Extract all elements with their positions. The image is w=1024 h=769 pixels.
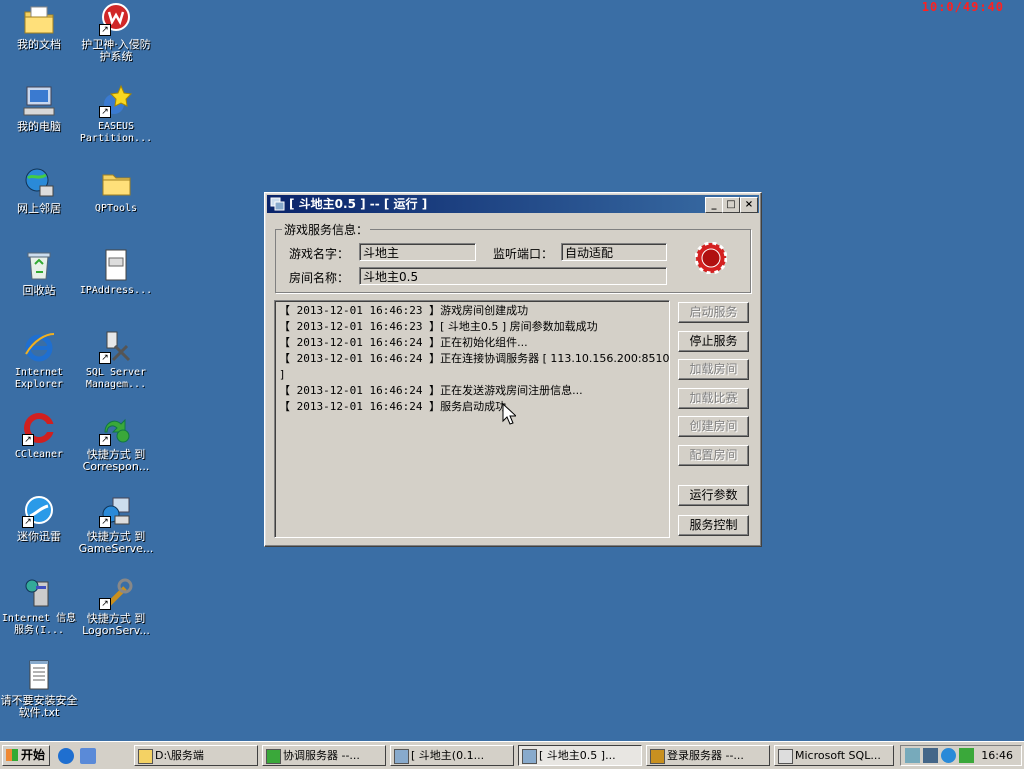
- task-doudizhu-01[interactable]: [ 斗地主(0.1...: [390, 745, 514, 766]
- desktop-icon-mini-thunder[interactable]: ↗ 迷你迅雷: [0, 494, 78, 543]
- app-icon: [522, 749, 537, 764]
- shortcut-server-icon: ↗: [99, 494, 133, 528]
- desktop-icon-huweishen[interactable]: ↗ 护卫神·入侵防护系统: [77, 2, 155, 63]
- shortcut-tools-icon: ↗: [99, 576, 133, 610]
- desktop-icon-ccleaner[interactable]: ↗ CCleaner: [0, 412, 78, 461]
- windows-flag-icon: [6, 749, 18, 761]
- shortcut-arrow-icon: ↗: [99, 598, 111, 610]
- desktop-icon-my-documents[interactable]: 我的文档: [0, 2, 78, 51]
- log-line: 【 2013-12-01 16:46:24 】正在初始化组件...: [279, 336, 528, 349]
- close-button[interactable]: ×: [740, 197, 758, 213]
- desktop-icon-recycle-bin[interactable]: 回收站: [0, 248, 78, 297]
- folder-documents-icon: [22, 2, 56, 36]
- create-room-button[interactable]: 创建房间: [678, 416, 749, 437]
- log-line: ]: [279, 368, 286, 381]
- game-name-field[interactable]: 斗地主: [359, 243, 476, 261]
- listen-port-label: 监听端口：: [493, 247, 554, 261]
- sql-tools-icon: [778, 749, 793, 764]
- desktop-icon-shortcut-gameserver[interactable]: ↗ 快捷方式 到 GameServe...: [77, 494, 155, 555]
- folder-icon: [138, 749, 153, 764]
- iis-icon: [22, 576, 56, 610]
- group-title: 游戏服务信息：: [282, 221, 371, 238]
- window-title: [ 斗地主0.5 ] -- [ 运行 ]: [289, 197, 428, 211]
- listen-port-field[interactable]: 自动适配: [561, 243, 667, 261]
- desktop-icon-my-computer[interactable]: 我的电脑: [0, 84, 78, 133]
- app-icon: [270, 196, 285, 211]
- config-room-button[interactable]: 配置房间: [678, 445, 749, 466]
- shortcut-arrow-icon: ↗: [99, 106, 111, 118]
- run-params-button[interactable]: 运行参数: [678, 485, 749, 506]
- window-titlebar[interactable]: [ 斗地主0.5 ] -- [ 运行 ] _ □ ×: [267, 195, 759, 213]
- network-icon: [22, 166, 56, 200]
- desktop-icon-sql-server[interactable]: ↗ SQL Server Managem...: [77, 330, 155, 391]
- task-coordination-server[interactable]: 协调服务器 --...: [262, 745, 386, 766]
- load-match-button[interactable]: 加载比赛: [678, 388, 749, 409]
- screen-clock: 10:0/49:40: [921, 0, 1004, 14]
- desktop-icon-internet-explorer[interactable]: Internet Explorer: [0, 330, 78, 391]
- desktop-icon-readme-txt[interactable]: 请不要安装安全软件.txt: [0, 658, 78, 719]
- start-service-button[interactable]: 启动服务: [678, 302, 749, 323]
- shortcut-arrow-icon: ↗: [99, 516, 111, 528]
- desktop-icon-iis[interactable]: Internet 信息服务(I...: [0, 576, 78, 637]
- shortcut-arrow-icon: ↗: [99, 24, 111, 36]
- notepad-icon: [22, 658, 56, 692]
- desktop-icon-network[interactable]: 网上邻居: [0, 166, 78, 215]
- thunder-icon: ↗: [22, 494, 56, 528]
- game-name-label: 游戏名字：: [289, 247, 350, 261]
- log-panel[interactable]: 【 2013-12-01 16:46:23 】游戏房间创建成功 【 2013-1…: [274, 300, 670, 538]
- desktop-icon-ipaddress[interactable]: IPAddress...: [77, 248, 155, 297]
- shortcut-arrow-icon: ↗: [99, 352, 111, 364]
- shortcut-arrow-icon: ↗: [22, 434, 34, 446]
- shortcut-arrow-icon: ↗: [99, 434, 111, 446]
- recycle-bin-icon: [22, 248, 56, 282]
- task-sql-server[interactable]: Microsoft SQL...: [774, 745, 894, 766]
- desktop-icon-shortcut-correspond[interactable]: ↗ 快捷方式 到 Correspon...: [77, 412, 155, 473]
- shortcut-green-icon: ↗: [99, 412, 133, 446]
- computer-icon: [22, 84, 56, 118]
- quicklaunch-ie-icon[interactable]: [58, 748, 74, 764]
- tray-shield-icon[interactable]: [959, 748, 974, 763]
- minimize-button[interactable]: _: [705, 197, 723, 213]
- shield-w-icon: ↗: [99, 2, 133, 36]
- tray-thunder-icon[interactable]: [941, 748, 956, 763]
- log-line: 【 2013-12-01 16:46:24 】正在发送游戏房间注册信息...: [279, 384, 583, 397]
- task-logon-server[interactable]: 登录服务器 --...: [646, 745, 770, 766]
- desktop-icon-qptools[interactable]: QPTools: [77, 166, 155, 215]
- start-button[interactable]: 开始: [2, 745, 50, 766]
- service-control-button[interactable]: 服务控制: [678, 515, 749, 536]
- partition-star-icon: ↗: [99, 84, 133, 118]
- ccleaner-icon: ↗: [22, 412, 56, 446]
- game-server-window: [ 斗地主0.5 ] -- [ 运行 ] _ □ × 游戏服务信息： 游戏名字：…: [264, 192, 762, 547]
- mouse-cursor-icon: [502, 403, 516, 425]
- log-line: 【 2013-12-01 16:46:24 】正在连接协调服务器 [ 113.1…: [279, 352, 670, 365]
- log-line: 【 2013-12-01 16:46:23 】游戏房间创建成功: [279, 304, 529, 317]
- taskbar: 开始 D:\服务端 协调服务器 --... [ 斗地主(0.1... [ 斗地主…: [0, 741, 1024, 769]
- shortcut-arrow-icon: ↗: [22, 516, 34, 528]
- tray-network-icon[interactable]: [905, 748, 920, 763]
- quicklaunch-desktop-icon[interactable]: [80, 748, 96, 764]
- desktop-icon-easeus[interactable]: ↗ EASEUS Partition...: [77, 84, 155, 145]
- text-file-icon: [99, 248, 133, 282]
- maximize-button[interactable]: □: [722, 197, 740, 213]
- stop-service-button[interactable]: 停止服务: [678, 331, 749, 352]
- casino-chip-icon: [694, 241, 728, 275]
- load-room-button[interactable]: 加载房间: [678, 359, 749, 380]
- log-line: 【 2013-12-01 16:46:23 】[ 斗地主0.5 ] 房间参数加载…: [279, 320, 598, 333]
- folder-icon: [99, 166, 133, 200]
- log-line: 【 2013-12-01 16:46:24 】服务启动成功: [279, 400, 507, 413]
- sql-tools-icon: ↗: [99, 330, 133, 364]
- task-explorer-server[interactable]: D:\服务端: [134, 745, 258, 766]
- room-name-field[interactable]: 斗地主0.5: [359, 267, 667, 285]
- task-doudizhu-05[interactable]: [ 斗地主0.5 ]...: [518, 745, 642, 766]
- tray-clock[interactable]: 16:46: [981, 746, 1013, 765]
- desktop-icon-shortcut-logonserver[interactable]: ↗ 快捷方式 到 LogonServ...: [77, 576, 155, 637]
- server-green-icon: [266, 749, 281, 764]
- app-icon: [394, 749, 409, 764]
- tray-users-icon[interactable]: [923, 748, 938, 763]
- start-label: 开始: [21, 748, 46, 762]
- tools-icon: [650, 749, 665, 764]
- ie-icon: [22, 330, 56, 364]
- room-name-label: 房间名称：: [289, 271, 350, 285]
- system-tray: 16:46: [900, 745, 1022, 766]
